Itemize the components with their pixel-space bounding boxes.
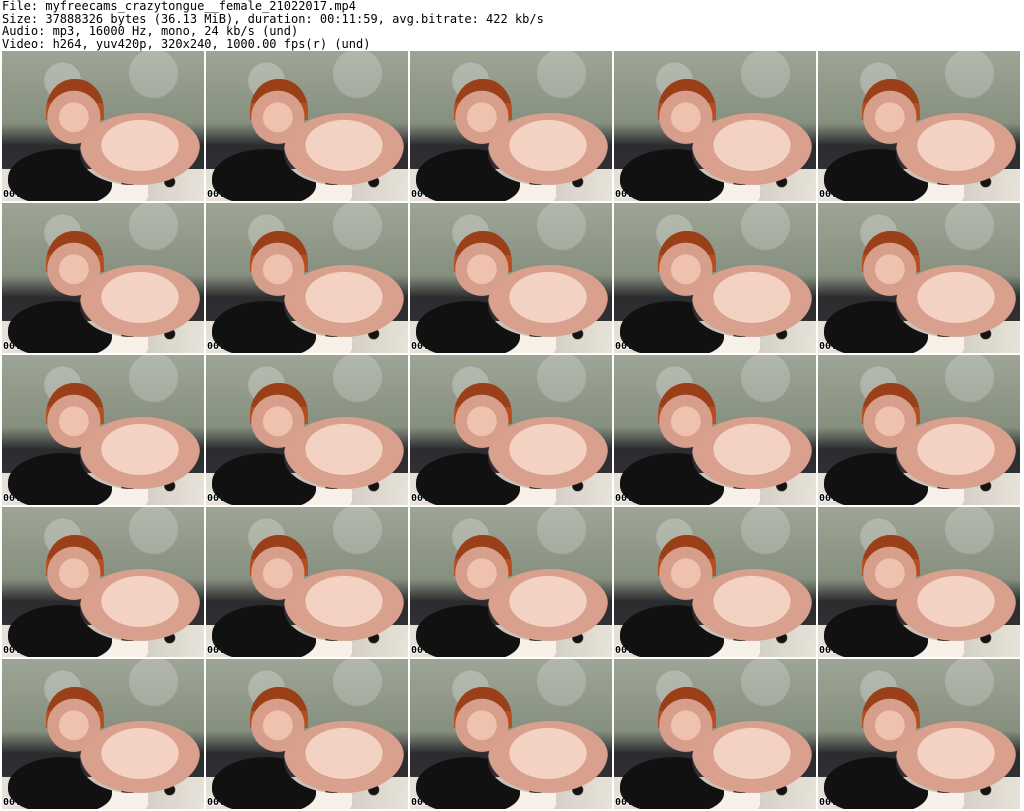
video-thumbnail[interactable]: 00:03:09: [206, 203, 408, 353]
thumbnail-timestamp: 00:10:22: [411, 797, 460, 808]
thumbnail-timestamp: 00:10:48: [615, 797, 664, 808]
video-thumbnail[interactable]: 00:03:36: [410, 203, 612, 353]
video-thumbnail[interactable]: 00:04:57: [2, 355, 204, 505]
thumbnail-timestamp: 00:04:03: [615, 341, 664, 352]
video-thumbnail[interactable]: 00:10:48: [614, 659, 816, 809]
thumbnail-timestamp: 00:05:52: [411, 493, 460, 504]
video-thumbnail[interactable]: 00:08:06: [410, 507, 612, 657]
thumbnail-timestamp: 00:08:34: [615, 645, 664, 656]
thumbnail-timestamp: 00:05:25: [207, 493, 256, 504]
video-thumbnail[interactable]: 00:06:18: [614, 355, 816, 505]
thumbnail-timestamp: 00:08:06: [411, 645, 460, 656]
audio-info: Audio: mp3, 16000 Hz, mono, 24 kb/s (und…: [2, 24, 299, 38]
video-thumbnail[interactable]: 00:06:45: [818, 355, 1020, 505]
video-thumbnail[interactable]: 00:05:25: [206, 355, 408, 505]
video-thumbnail[interactable]: 00:09:55: [206, 659, 408, 809]
video-thumbnail[interactable]: 00:07:13: [2, 507, 204, 657]
thumbnail-timestamp: 00:07:39: [207, 645, 256, 656]
video-thumbnail[interactable]: 00:10:22: [410, 659, 612, 809]
video-thumbnail[interactable]: 00:00:27: [2, 51, 204, 201]
thumbnail-timestamp: 00:02:43: [3, 341, 52, 352]
thumbnail-timestamp: 00:04:57: [3, 493, 52, 504]
thumbnail-timestamp: 00:06:18: [615, 493, 664, 504]
thumbnail-timestamp: 00:00:55: [207, 189, 256, 200]
video-thumbnail[interactable]: 00:07:39: [206, 507, 408, 657]
thumbnail-timestamp: 00:01:49: [615, 189, 664, 200]
thumbnail-timestamp: 00:11:16: [819, 797, 868, 808]
video-thumbnail[interactable]: 00:09:27: [2, 659, 204, 809]
file-info: File: myfreecams_crazytongue__female_210…: [2, 0, 357, 13]
thumbnail-timestamp: 00:03:36: [411, 341, 460, 352]
video-thumbnail[interactable]: 00:11:16: [818, 659, 1020, 809]
video-thumbnail[interactable]: 00:01:22: [410, 51, 612, 201]
video-thumbnail[interactable]: 00:08:34: [614, 507, 816, 657]
video-thumbnail[interactable]: 00:02:15: [818, 51, 1020, 201]
video-thumbnail[interactable]: 00:01:49: [614, 51, 816, 201]
thumbnail-timestamp: 00:01:22: [411, 189, 460, 200]
video-info: Video: h264, yuv420p, 320x240, 1000.00 f…: [2, 36, 371, 51]
thumbnail-timestamp: 00:03:09: [207, 341, 256, 352]
video-thumbnail[interactable]: 00:04:03: [614, 203, 816, 353]
video-thumbnail[interactable]: 00:09:01: [818, 507, 1020, 657]
video-thumbnail[interactable]: 00:05:52: [410, 355, 612, 505]
thumbnail-timestamp: 00:00:27: [3, 189, 52, 200]
thumbnail-timestamp: 00:04:31: [819, 341, 868, 352]
thumbnail-timestamp: 00:09:55: [207, 797, 256, 808]
thumbnail-timestamp: 00:09:27: [3, 797, 52, 808]
thumbnail-timestamp: 00:02:15: [819, 189, 868, 200]
video-info-header: File: myfreecams_crazytongue__female_210…: [2, 0, 1022, 50]
thumbnail-grid: 00:00:27 00:00:55 00:01:22 00:01:49 00:0…: [0, 51, 1024, 811]
thumbnail-timestamp: 00:07:13: [3, 645, 52, 656]
video-thumbnail[interactable]: 00:02:43: [2, 203, 204, 353]
thumbnail-timestamp: 00:09:01: [819, 645, 868, 656]
video-thumbnail[interactable]: 00:00:55: [206, 51, 408, 201]
video-thumbnail[interactable]: 00:04:31: [818, 203, 1020, 353]
thumbnail-timestamp: 00:06:45: [819, 493, 868, 504]
